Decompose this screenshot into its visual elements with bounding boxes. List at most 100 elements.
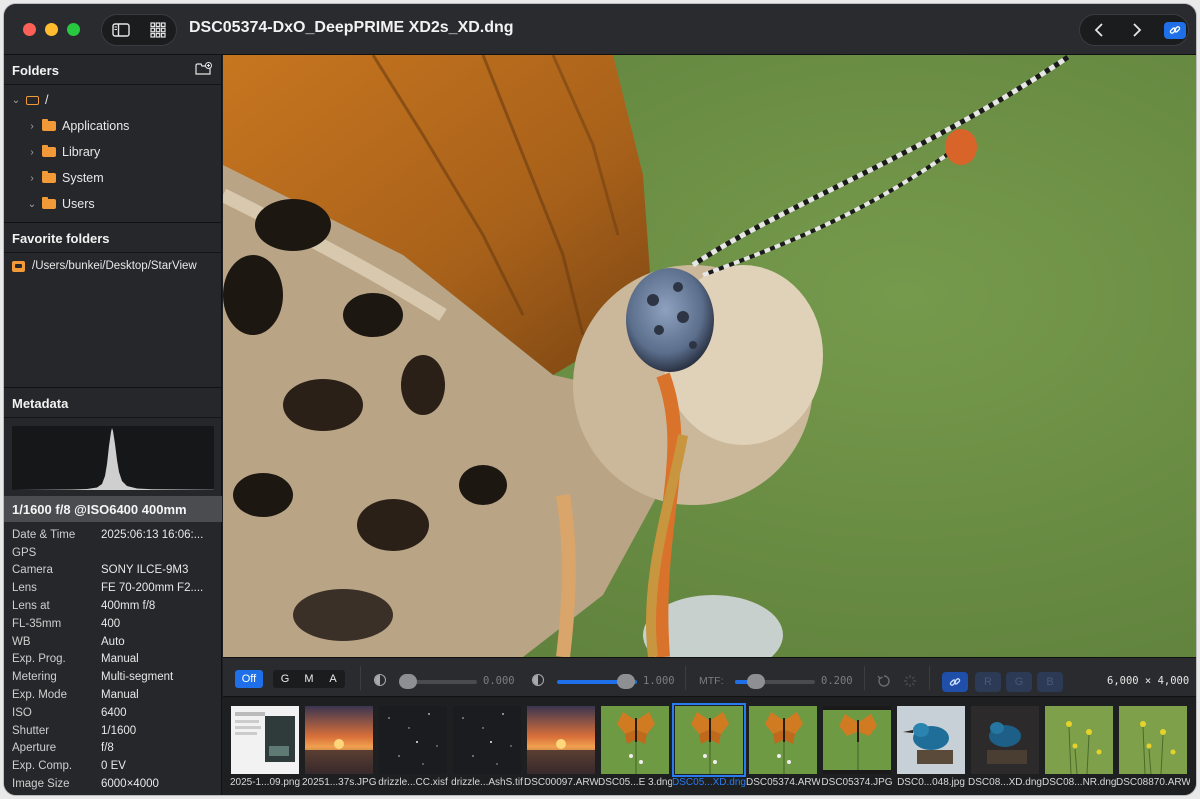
metadata-table: Date & Time 2025:06:13 16:06:... GPS Came… [4, 522, 222, 793]
favorites-header: Favorite folders [4, 223, 221, 253]
metadata-row: Image Size 6000×4000 [12, 778, 159, 791]
sidebar-toggle-icon [111, 23, 130, 37]
stretch-off-button[interactable]: Off [235, 670, 263, 688]
mtf-label: MTF: [699, 675, 724, 687]
folder-tree: ⌄ / › Applications › Library › System ⌄ [4, 85, 221, 223]
metadata-header: Metadata [4, 388, 222, 418]
histogram-graph [12, 428, 214, 490]
black-point-value: 0.000 [483, 675, 515, 687]
link-icon [949, 678, 961, 686]
filmstrip-thumbnail[interactable] [305, 706, 373, 774]
link-channels-button[interactable] [942, 672, 968, 692]
reset-button[interactable] [877, 673, 891, 692]
previous-image-button[interactable] [1080, 14, 1118, 46]
filmstrip-thumbnail[interactable] [379, 706, 447, 774]
zoom-window-button[interactable] [67, 23, 80, 36]
filmstrip-label: DSC08870.ARW [1116, 777, 1190, 788]
divider [929, 666, 930, 690]
minimize-window-button[interactable] [45, 23, 58, 36]
filmstrip-thumbnail[interactable] [1045, 706, 1113, 774]
filmstrip-thumbnail[interactable] [672, 703, 746, 777]
image-viewer[interactable] [223, 55, 1196, 657]
favorite-folder-icon [12, 260, 25, 272]
white-point-value: 1.000 [643, 675, 675, 687]
tree-item-applications[interactable]: › Applications [4, 113, 221, 139]
navigation-group [1079, 14, 1189, 46]
channel-r-button[interactable]: R [975, 672, 1001, 692]
channel-m-button[interactable]: M [297, 670, 321, 688]
thumbnail-image [1119, 706, 1187, 774]
metadata-panel: Metadata 1/1600 f/8 @ISO6400 400mm Date … [4, 387, 222, 795]
filmstrip-thumbnail[interactable] [231, 706, 299, 774]
filmstrip-label: 2025-1...09.png [229, 777, 301, 788]
new-folder-button[interactable] [195, 62, 213, 79]
exposure-summary: 1/1600 f/8 @ISO6400 400mm [4, 496, 222, 522]
favorite-item[interactable]: /Users/bunkei/Desktop/StarView [4, 255, 221, 277]
next-image-button[interactable] [1118, 14, 1156, 46]
filmstrip-label: DSC08...XD.dng [968, 777, 1042, 788]
metadata-row: ISO 6400 [12, 706, 127, 719]
grid-icon [149, 22, 166, 38]
tree-item-root[interactable]: ⌄ / [4, 87, 221, 113]
chevron-right-icon [1133, 23, 1142, 37]
thumbnail-image [1045, 706, 1113, 774]
metadata-row: GPS [12, 546, 37, 559]
thumbnail-image [453, 706, 521, 774]
drive-icon [26, 95, 39, 105]
grid-view-button[interactable] [139, 14, 176, 46]
channel-a-button[interactable]: A [321, 670, 345, 688]
metadata-row: Exp. Comp. 0 EV [12, 760, 126, 773]
channel-mode-group: G M A [273, 670, 345, 688]
close-window-button[interactable] [23, 23, 36, 36]
filmstrip-thumbnail[interactable] [453, 706, 521, 774]
filmstrip-thumbnail[interactable] [971, 706, 1039, 774]
white-point-knob[interactable] [617, 674, 635, 689]
filmstrip-thumbnail[interactable] [527, 706, 595, 774]
auto-stretch-button[interactable] [903, 673, 917, 692]
divider [685, 666, 686, 690]
channel-g-toggle[interactable]: G [1006, 672, 1032, 692]
folder-icon [42, 171, 56, 183]
link-button[interactable] [1164, 21, 1186, 39]
thumbnail-image [527, 706, 595, 774]
new-folder-icon [195, 62, 212, 75]
channel-b-toggle[interactable]: B [1037, 672, 1063, 692]
chevron-left-icon [1094, 23, 1103, 37]
mtf-knob[interactable] [747, 674, 766, 689]
tree-item-label: System [62, 171, 104, 185]
divider [864, 666, 865, 690]
filmstrip-thumbnail[interactable] [601, 706, 669, 774]
metadata-row: Aperture f/8 [12, 742, 114, 755]
thumbnail-image [305, 706, 373, 774]
metadata-row: Camera SONY ILCE-9M3 [12, 564, 189, 577]
titlebar: DSC05374-DxO_DeepPRIME XD2s_XD.dng [4, 4, 1196, 55]
folders-header: Folders [4, 55, 221, 85]
chevron-right-icon: › [30, 172, 34, 184]
filmstrip-thumbnail[interactable] [749, 706, 817, 774]
image-resolution: 6,000 × 4,000 [1107, 675, 1190, 687]
filmstrip-thumbnail[interactable] [897, 706, 965, 774]
favorite-path: /Users/bunkei/Desktop/StarView [32, 260, 197, 272]
tree-item-label: Users [62, 197, 95, 211]
butterfly-photo [223, 55, 1196, 657]
divider [360, 666, 361, 690]
folders-title: Folders [12, 63, 59, 78]
sidebar-toggle-button[interactable] [102, 14, 139, 46]
folder-icon [42, 197, 56, 209]
tree-item-library[interactable]: › Library [4, 139, 221, 165]
thumbnail-image [601, 706, 669, 774]
white-point-icon [532, 674, 544, 686]
folder-icon [42, 119, 56, 131]
filmstrip-thumbnail[interactable] [1119, 706, 1187, 774]
black-point-icon [374, 674, 386, 686]
metadata-row: Exp. Mode Manual [12, 689, 139, 702]
window-title: DSC05374-DxO_DeepPRIME XD2s_XD.dng [189, 19, 514, 36]
tree-item-system[interactable]: › System [4, 165, 221, 191]
folder-icon [42, 145, 56, 157]
filmstrip-thumbnail[interactable] [823, 706, 891, 774]
black-point-knob[interactable] [399, 674, 417, 689]
tree-item-users[interactable]: ⌄ Users [4, 191, 221, 217]
thumbnail-image [971, 706, 1039, 774]
metadata-row: FL-35mm 400 [12, 617, 121, 630]
channel-g-button[interactable]: G [273, 670, 297, 688]
